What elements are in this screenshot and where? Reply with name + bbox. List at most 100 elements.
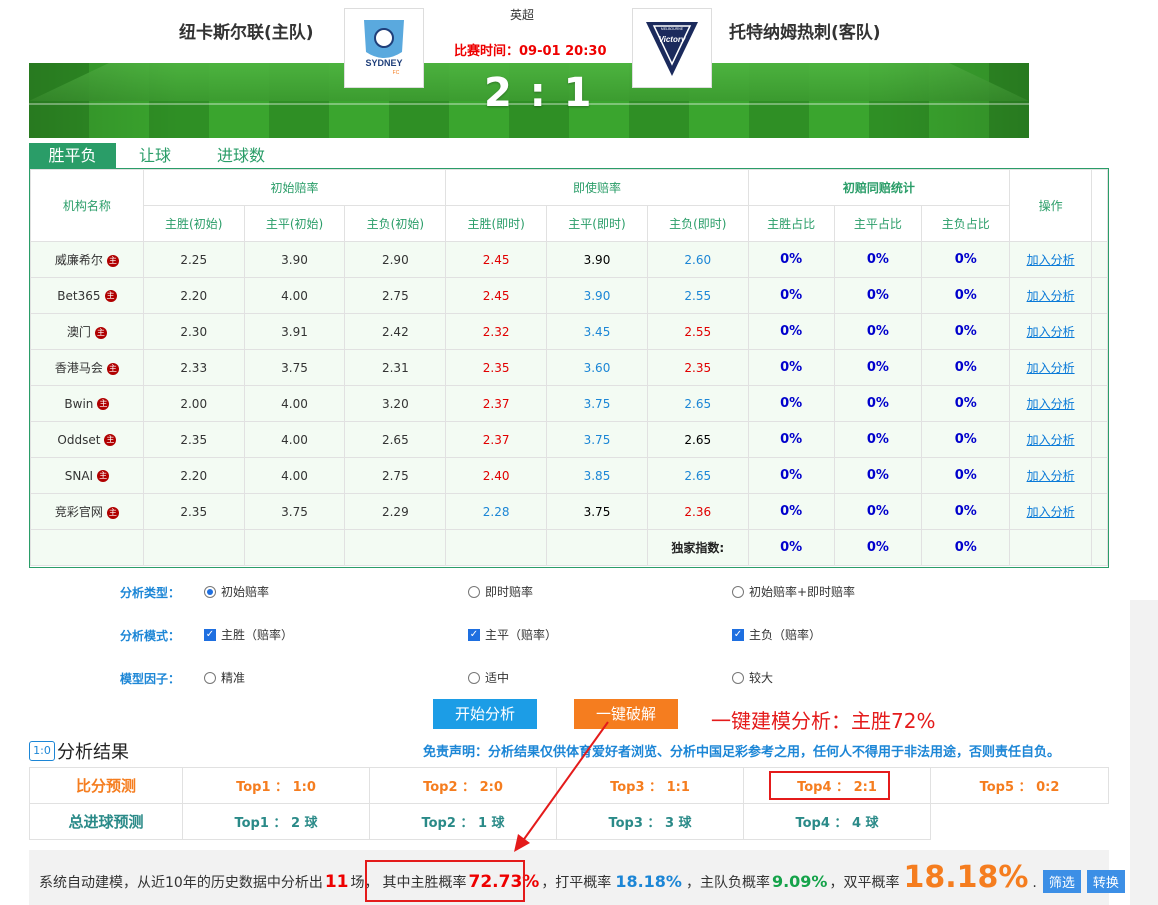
initial-odds-cell: 2.20 [142,457,245,494]
radio-icon[interactable] [468,671,480,684]
initial-odds-cell: 2.90 [344,241,447,278]
exclusive-ratio-cell: 0% [921,529,1011,566]
exclusive-label: 独家指数: [646,529,749,566]
home-badge-icon: 主 [106,254,119,267]
live-odds-cell: 2.37 [445,421,548,458]
home-badge-icon: 主 [94,326,107,339]
score-icon: 1:0 [29,741,55,761]
filter-button[interactable]: 筛选 [1042,870,1081,893]
add-analysis-cell: 加入分析 [1009,349,1092,386]
home-team-name: 纽卡斯尔联(主队) [179,23,314,43]
tab-goals[interactable]: 进球数 [217,143,265,169]
add-to-analysis-link[interactable]: 加入分析 [1027,469,1075,483]
type-option-live[interactable]: 即时赔率 [468,583,533,600]
radio-icon[interactable] [204,671,216,684]
add-analysis-cell: 加入分析 [1009,313,1092,350]
add-to-analysis-link[interactable]: 加入分析 [1027,433,1075,447]
add-to-analysis-link[interactable]: 加入分析 [1027,289,1075,303]
table-row: 竞彩官网主 2.35 3.75 2.29 2.28 3.75 2.36 0% 0% 0% 加入分析 [30,493,1109,530]
subheader: 主负(即时) [646,205,749,242]
initial-odds-cell: 2.75 [344,457,447,494]
table-row: 澳门主 2.30 3.91 2.42 2.32 3.45 2.55 0% 0% 0% 加入分析 [30,313,1109,350]
initial-odds-cell: 4.00 [243,277,346,314]
add-to-analysis-link[interactable]: 加入分析 [1027,253,1075,267]
live-odds-cell: 2.40 [445,457,548,494]
initial-odds-cell: 2.42 [344,313,447,350]
one-click-crack-button[interactable]: 一键破解 [574,699,678,729]
radio-icon[interactable] [204,585,216,598]
initial-odds-cell: 3.75 [243,493,346,530]
ratio-cell: 0% [833,349,923,386]
score-top1: Top1 ： 1:0 [182,767,370,804]
factor-option-precise[interactable]: 精准 [204,669,245,686]
live-odds-cell: 2.65 [646,385,749,422]
table-row: Bet365 主 2.20 4.00 2.75 2.45 3.90 2.55 0% 0% 0% 加入分… [30,277,1109,314]
ratio-cell: 0% [921,241,1011,278]
odds-table: 机构名称 初始赔率 即使赔率 初赔同赔统计 操作 主胜(初始) 主平(初始) 主… [30,169,1109,566]
radio-icon[interactable] [468,585,480,598]
institution-name: 竞彩官网主 [30,493,144,530]
double-draw-prob: 18.18% [903,860,1029,895]
initial-odds-cell: 3.91 [243,313,346,350]
factor-option-large[interactable]: 较大 [732,669,773,686]
score-top3: Top3 ： 1:1 [556,767,744,804]
table-row: 威廉希尔主 2.25 3.90 2.90 2.45 3.90 2.60 0% 0% 0% 加入分析 [30,241,1109,278]
live-odds-cell: 2.65 [646,457,749,494]
home-badge-icon: 主 [106,362,119,375]
ratio-cell: 0% [747,385,835,422]
start-analysis-button[interactable]: 开始分析 [433,699,537,729]
checkbox-icon[interactable]: ✓ [732,628,744,641]
mode-option-home-win[interactable]: ✓ 主胜（赔率） [204,626,293,643]
ratio-cell: 0% [833,241,923,278]
highlight-box-home-win [365,860,525,902]
match-time: 比赛时间：09-01 20:30 [454,44,607,59]
home-team-logo: SYDNEY FC [344,8,424,88]
add-to-analysis-link[interactable]: 加入分析 [1027,361,1075,375]
convert-button[interactable]: 转换 [1086,870,1125,893]
ratio-cell: 0% [747,241,835,278]
model-factor-label: 模型因子： [120,672,181,686]
add-to-analysis-link[interactable]: 加入分析 [1027,397,1075,411]
header-action: 操作 [1009,169,1092,242]
live-odds-cell: 2.65 [646,421,749,458]
subheader: 主负(初始) [344,205,447,242]
home-badge-icon: 主 [106,506,119,519]
add-analysis-cell: 加入分析 [1009,457,1092,494]
live-odds-cell: 2.45 [445,241,548,278]
ratio-cell: 0% [921,493,1011,530]
odds-panel: 机构名称 初始赔率 即使赔率 初赔同赔统计 操作 主胜(初始) 主平(初始) 主… [29,168,1109,568]
initial-odds-cell: 2.31 [344,349,447,386]
add-to-analysis-link[interactable]: 加入分析 [1027,325,1075,339]
initial-odds-cell: 2.20 [142,277,245,314]
checkbox-icon[interactable]: ✓ [468,628,480,641]
radio-icon[interactable] [732,671,744,684]
svg-text:MELBOURNE: MELBOURNE [661,27,684,31]
ratio-cell: 0% [747,277,835,314]
draw-prob: 18.18% [615,872,682,891]
svg-text:SYDNEY: SYDNEY [365,58,402,68]
ratio-cell: 0% [747,493,835,530]
live-odds-cell: 2.55 [646,277,749,314]
factor-option-moderate[interactable]: 适中 [468,669,509,686]
add-analysis-cell: 加入分析 [1009,421,1092,458]
add-analysis-cell: 加入分析 [1009,277,1092,314]
goals-top3: Top3 ： 3 球 [556,803,744,840]
checkbox-icon[interactable]: ✓ [204,628,216,641]
mode-option-home-lose[interactable]: ✓ 主负（赔率） [732,626,821,643]
subheader: 主平(初始) [243,205,346,242]
svg-text:FC: FC [393,70,400,76]
tab-win-draw-lose[interactable]: 胜平负 [29,143,116,169]
mode-option-draw[interactable]: ✓ 主平（赔率） [468,626,557,643]
add-to-analysis-link[interactable]: 加入分析 [1027,505,1075,519]
type-option-both[interactable]: 初始赔率+即时赔率 [732,583,855,600]
goals-prediction-label: 总进球预测 [29,803,183,840]
subheader: 主胜(初始) [142,205,245,242]
radio-icon[interactable] [732,585,744,598]
ratio-cell: 0% [833,493,923,530]
type-option-initial[interactable]: 初始赔率 [204,583,269,600]
away-team-name: 托特纳姆热刺(客队) [729,23,881,43]
add-analysis-cell: 加入分析 [1009,493,1092,530]
initial-odds-cell: 2.25 [142,241,245,278]
annotation-text: 一键建模分析：主胜72% [711,709,936,733]
tab-handicap[interactable]: 让球 [139,143,171,169]
